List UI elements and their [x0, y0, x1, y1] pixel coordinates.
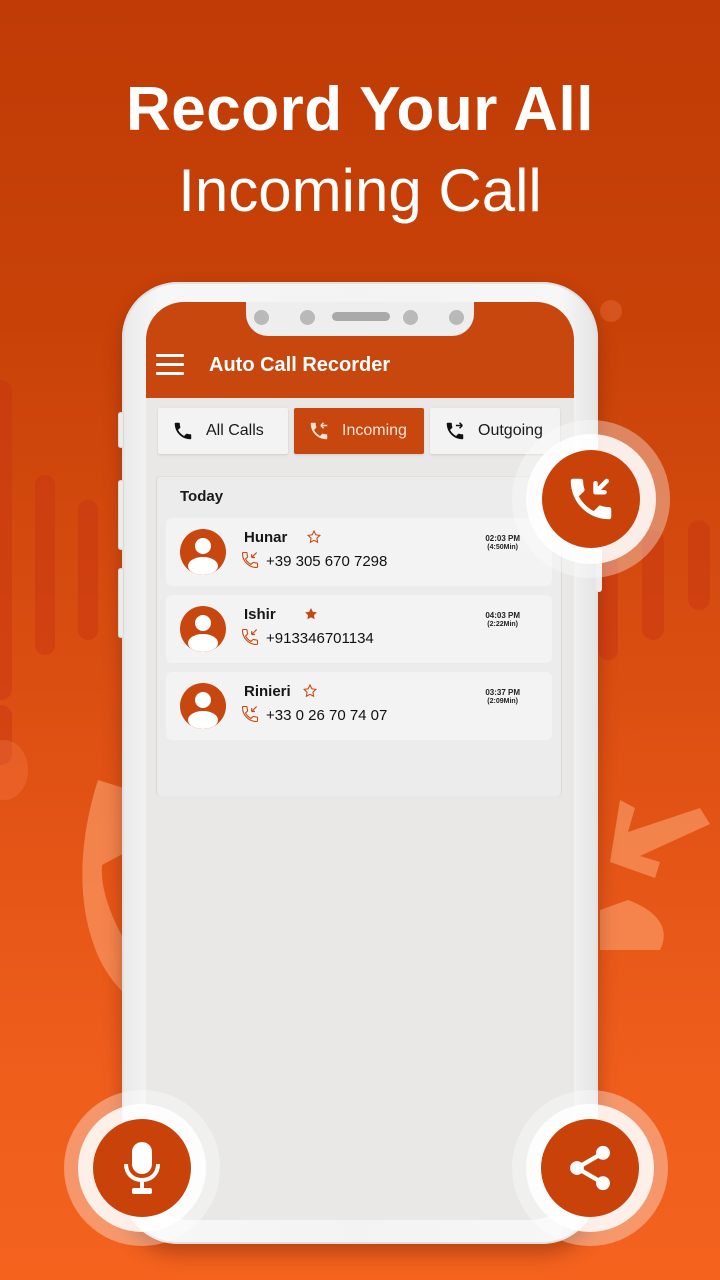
phone-side-button — [118, 412, 124, 448]
decorative-dot — [600, 300, 622, 322]
call-time: 02:03 PM (4:50Min) — [485, 534, 520, 552]
call-duration: (4:50Min) — [487, 544, 519, 551]
tab-label: Outgoing — [478, 422, 543, 439]
camera-dot — [300, 310, 315, 325]
share-icon — [570, 1145, 610, 1191]
phone-number: +33 0 26 70 74 07 — [266, 707, 388, 724]
microphone-button[interactable] — [93, 1119, 191, 1217]
sound-wave-bar — [35, 475, 55, 655]
phone-mockup: Auto Call Recorder All Calls Incoming Ou… — [118, 282, 602, 1244]
phone-icon — [174, 422, 192, 440]
microphone-button-wrap — [64, 1090, 220, 1246]
call-duration: (2:22Min) — [487, 621, 519, 628]
call-time: 04:03 PM (2:22Min) — [485, 611, 520, 629]
phone-side-button — [118, 480, 124, 550]
outgoing-call-icon — [446, 422, 464, 440]
call-duration: (2:09Min) — [487, 698, 519, 705]
section-label-today: Today — [180, 488, 224, 505]
camera-dot — [449, 310, 464, 325]
tab-incoming[interactable]: Incoming — [294, 408, 424, 454]
avatar — [180, 529, 226, 575]
person-icon — [188, 615, 218, 652]
headline-line-1: Record Your All — [126, 75, 594, 144]
person-icon — [188, 538, 218, 575]
phone-side-button — [118, 568, 124, 638]
call-list-item[interactable]: Ishir +913346701134 04:03 PM (2:22Min) — [166, 595, 552, 663]
share-button[interactable] — [541, 1119, 639, 1217]
avatar — [180, 683, 226, 729]
camera-dot — [254, 310, 269, 325]
tab-all-calls[interactable]: All Calls — [158, 408, 288, 454]
call-list-panel: Today Hunar +39 305 670 7298 02:03 PM (4… — [156, 476, 562, 796]
tab-label: All Calls — [206, 422, 264, 439]
phone-screen: Auto Call Recorder All Calls Incoming Ou… — [146, 302, 574, 1220]
avatar — [180, 606, 226, 652]
camera-dot — [403, 310, 418, 325]
call-time: 03:37 PM (2:09Min) — [485, 688, 520, 706]
star-filled-icon[interactable] — [303, 606, 319, 622]
call-time-value: 03:37 PM — [485, 688, 520, 697]
microphone-icon — [124, 1142, 160, 1194]
incoming-call-icon — [241, 705, 259, 723]
incoming-call-icon — [241, 628, 259, 646]
call-list-item[interactable]: Rinieri +33 0 26 70 74 07 03:37 PM (2:09… — [166, 672, 552, 740]
app-bar: Auto Call Recorder — [146, 302, 574, 398]
decorative-dot — [0, 740, 28, 800]
hamburger-menu-icon[interactable] — [156, 354, 184, 376]
call-list-item[interactable]: Hunar +39 305 670 7298 02:03 PM (4:50Min… — [166, 518, 552, 586]
contact-name: Ishir — [244, 606, 276, 623]
sound-wave-bar — [78, 500, 98, 640]
sound-wave-bar — [0, 380, 12, 700]
incoming-call-badge — [512, 420, 670, 578]
app-title: Auto Call Recorder — [209, 354, 391, 376]
headline-line-2: Incoming Call — [178, 157, 542, 224]
call-time-value: 02:03 PM — [485, 534, 520, 543]
phone-notch — [246, 302, 474, 336]
sound-wave-bar — [688, 520, 710, 610]
decorative-arrow-shape — [600, 800, 710, 950]
person-icon — [188, 692, 218, 729]
incoming-call-icon — [310, 422, 328, 440]
phone-number: +39 305 670 7298 — [266, 553, 388, 570]
incoming-call-icon — [241, 551, 259, 569]
phone-number: +913346701134 — [266, 630, 374, 647]
incoming-call-icon — [570, 478, 612, 520]
incoming-call-button[interactable] — [542, 450, 640, 548]
share-button-wrap — [512, 1090, 668, 1246]
star-outline-icon[interactable] — [306, 529, 322, 545]
tab-label: Incoming — [342, 422, 407, 439]
contact-name: Hunar — [244, 529, 288, 546]
star-outline-icon[interactable] — [302, 683, 318, 699]
contact-name: Rinieri — [244, 683, 291, 700]
speaker-grille — [332, 312, 390, 321]
call-type-tabs: All Calls Incoming Outgoing — [158, 408, 560, 454]
call-time-value: 04:03 PM — [485, 611, 520, 620]
